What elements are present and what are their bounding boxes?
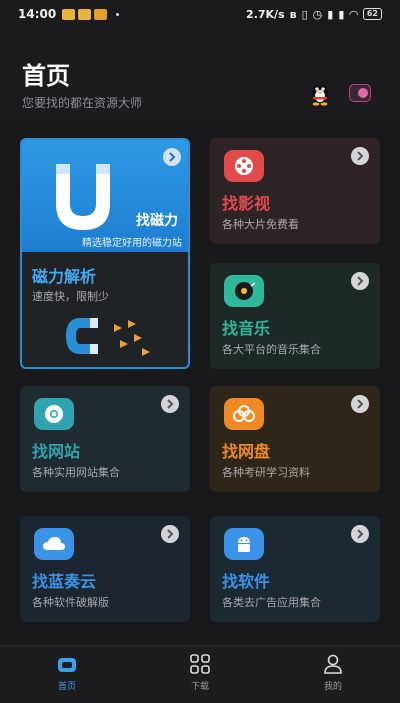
magnet-banner-title: 找磁力 [136,213,178,229]
nav-home[interactable]: 首页 [37,652,97,696]
page-header: 首页 您要找的都在资源大师 [0,28,400,120]
netdisk-desc: 各种考研学习资料 [222,466,310,479]
cloud-disk-icon [224,398,264,430]
vinyl-record-icon [224,275,264,307]
netdisk-title: 找网盘 [222,442,271,461]
chevron-right-icon [357,399,364,409]
video-arrow-button[interactable] [351,147,369,165]
website-arrow-button[interactable] [161,395,179,413]
website-desc: 各种实用网站集合 [32,466,120,479]
website-title: 找网站 [32,442,81,461]
bluetooth-icon: ʙ [289,7,297,21]
resource-grid: 找磁力 精选稳定好用的磁力站 磁力解析 速度快，限制少 找影视 各种大片免费看 … [0,120,400,645]
grid-icon [188,652,212,676]
lanzou-arrow-button[interactable] [161,525,179,543]
vibrate-icon: ▯ [301,7,308,21]
software-desc: 各类去广告应用集合 [222,596,321,609]
alarm-icon: ◷ [312,7,323,21]
qq-penguin-icon[interactable] [309,80,331,106]
music-card[interactable]: 找音乐 各大平台的音乐集合 [210,263,380,369]
signal-icon: ▮ [327,7,334,21]
lanzou-card[interactable]: 找蓝奏云 各种软件破解版 [20,516,190,622]
nav-download[interactable]: 下载 [170,652,230,696]
music-desc: 各大平台的音乐集合 [222,343,321,356]
home-icon [55,652,79,676]
chevron-right-icon [357,529,364,539]
video-card[interactable]: 找影视 各种大片免费看 [210,138,380,244]
magnet-arrow-button[interactable] [163,148,181,166]
music-arrow-button[interactable] [351,272,369,290]
netdisk-arrow-button[interactable] [351,395,369,413]
website-card[interactable]: 找网站 各种实用网站集合 [20,386,190,492]
video-desc: 各种大片免费看 [222,218,299,231]
cloud-icon [34,528,74,560]
magnet-attract-icon [66,318,150,356]
battery-icon: 62 [362,8,382,20]
video-title: 找影视 [222,194,271,213]
magnet-card[interactable]: 找磁力 精选稳定好用的磁力站 磁力解析 速度快，限制少 [20,138,190,369]
magnet-banner-subtitle: 精选稳定好用的磁力站 [82,238,182,249]
wifi-icon: ◠ [349,7,358,21]
music-title: 找音乐 [222,319,271,338]
software-card[interactable]: 找软件 各类去广告应用集合 [210,516,380,622]
network-speed: 2.7K/s [246,7,285,21]
netdisk-card[interactable]: 找网盘 各种考研学习资料 [210,386,380,492]
user-icon [321,652,345,676]
magnet-title: 磁力解析 [32,267,97,286]
bottom-nav: 首页 下载 我的 [0,645,400,703]
magnet-icon [56,164,110,230]
chevron-right-icon [169,152,176,162]
nav-mine[interactable]: 我的 [303,652,363,696]
status-time: 14:00 [18,7,57,21]
notification-app-icon [78,8,92,20]
software-arrow-button[interactable] [351,525,369,543]
notification-app-icon [94,8,108,20]
page-title: 首页 [22,62,70,90]
app-screen: 14:00 2.7K/s ʙ ▯ ◷ ▮ ▮ ◠ 62 首页 您要找的都在资源大… [0,0,400,703]
chevron-right-icon [357,276,364,286]
notification-dot-icon [116,12,120,16]
nav-download-label: 下载 [190,682,209,692]
nav-home-label: 首页 [57,682,76,692]
chevron-right-icon [357,151,364,161]
chevron-right-icon [167,399,174,409]
film-reel-icon [224,150,264,182]
signal-icon: ▮ [338,7,345,21]
status-bar: 14:00 2.7K/s ʙ ▯ ◷ ▮ ▮ ◠ 62 [0,0,400,28]
page-subtitle: 您要找的都在资源大师 [22,96,143,110]
chevron-right-icon [167,529,174,539]
lanzou-desc: 各种软件破解版 [32,596,109,609]
nav-mine-label: 我的 [323,682,342,692]
magnet-desc: 速度快，限制少 [32,290,109,303]
switch-icon[interactable] [349,84,371,102]
android-icon [224,528,264,560]
chrome-browser-icon [34,398,74,430]
lanzou-title: 找蓝奏云 [32,572,97,591]
software-title: 找软件 [222,572,271,591]
notification-app-icon [62,8,76,20]
